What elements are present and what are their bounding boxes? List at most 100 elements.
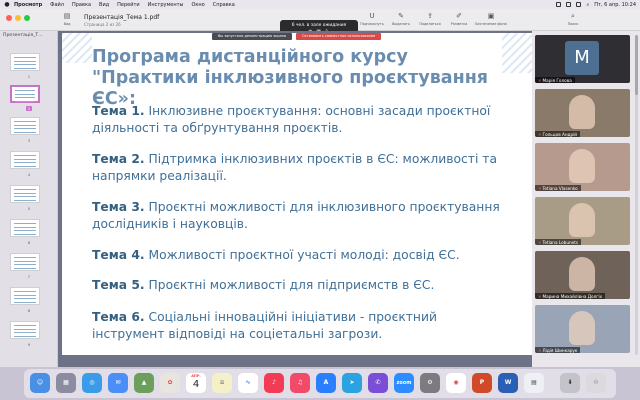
powerpoint-icon[interactable]: P — [472, 373, 492, 393]
menu-tools[interactable]: Инструменты — [148, 2, 184, 8]
slide-title: Програма дистанційного курсу "Практики і… — [92, 47, 489, 109]
app-store-icon[interactable]: A — [316, 373, 336, 393]
search-spotlight-icon[interactable]: ⌕ — [586, 2, 589, 8]
menu-view[interactable]: Вид — [99, 2, 109, 8]
menu-app-preview[interactable]: Просмотр — [14, 2, 42, 8]
document-view[interactable]: Вы запустили демонстрацию экрана Останов… — [58, 31, 532, 367]
close-window-button[interactable] — [6, 15, 12, 21]
page-thumbnail[interactable] — [10, 85, 40, 103]
photos-icon[interactable]: ✿ — [160, 373, 180, 393]
view-label: Вид — [63, 22, 71, 26]
dock: ☺ ▦ ◎ ✉ ▲ ✿ АПР. 4 ≡ ∿ ♪ ♫ A ➤ ✆ zoom ⚙ … — [24, 369, 616, 398]
telegram-icon[interactable]: ➤ — [342, 373, 362, 393]
thumbnail-text-line — [14, 291, 36, 293]
thumbnail-text-line — [14, 196, 36, 198]
music-icon[interactable]: ♪ — [264, 373, 284, 393]
minimize-window-button[interactable] — [15, 15, 21, 21]
menu-window[interactable]: Окно — [191, 2, 204, 8]
page-thumbnail[interactable] — [10, 253, 40, 271]
launchpad-icon[interactable]: ▦ — [56, 373, 76, 393]
thumbnail-text-line — [14, 294, 36, 296]
calendar-icon[interactable]: АПР. 4 — [186, 373, 206, 393]
topic-item: Тема 5. Проєктні можливості для підприєм… — [92, 277, 512, 294]
wifi-icon[interactable] — [566, 2, 572, 7]
participant-tile[interactable]: ✕Гольцов Андрій — [535, 89, 630, 137]
thumbnail-text-line — [14, 60, 36, 62]
thumbnail-text-line — [14, 298, 36, 300]
participant-tile[interactable]: ✕Лідія Шинкарук — [535, 305, 630, 353]
stop-share-button[interactable]: Остановить совместное использование — [296, 33, 382, 40]
mic-muted-icon: ✕ — [538, 77, 542, 83]
markup-icon[interactable]: ✐ — [454, 12, 464, 20]
viber-icon[interactable]: ✆ — [368, 373, 388, 393]
menu-help[interactable]: Справка — [213, 2, 235, 8]
mail-icon[interactable]: ✉ — [108, 373, 128, 393]
battery-icon[interactable] — [576, 2, 582, 7]
podcasts-icon[interactable]: ♫ — [290, 373, 310, 393]
thumbnail-text-line — [14, 158, 36, 160]
thumbnail-text-line — [14, 223, 36, 225]
participant-name-label: Лідія Шинкарук — [542, 347, 578, 353]
thumbnail-text-line — [14, 264, 36, 266]
topic-item: Тема 4. Можливості проєктної участі моло… — [92, 247, 512, 264]
apple-logo-icon[interactable]: ● — [0, 1, 14, 8]
page-thumbnail[interactable] — [10, 219, 40, 237]
system-settings-icon[interactable]: ⚙ — [420, 373, 440, 393]
topic-item: Тема 1. Інклюзивне проєктування: основні… — [92, 103, 512, 137]
search-icon[interactable]: ⌕ — [568, 12, 578, 20]
mic-muted-icon: ✕ — [538, 347, 542, 353]
status-tray-icon[interactable] — [556, 2, 562, 7]
sidebar-toggle-icon[interactable]: ▤ — [62, 12, 72, 20]
highlight-icon[interactable]: ✎ — [396, 12, 406, 20]
topic-text: Можливості проєктної участі молоді: досв… — [148, 248, 460, 262]
preview-icon[interactable]: ▤ — [524, 373, 544, 393]
page-thumbnail[interactable] — [10, 185, 40, 203]
underline-icon[interactable]: U — [367, 12, 377, 20]
underline-label: Подчеркнуть — [360, 22, 384, 26]
page-number-label: 9 — [27, 342, 31, 347]
menu-file[interactable]: Файл — [50, 2, 64, 8]
page-thumbnail[interactable] — [10, 53, 40, 71]
page-number-label: 2 — [26, 106, 32, 111]
highlight-label: Выделить — [392, 22, 410, 26]
zoom-window-button[interactable] — [24, 15, 30, 21]
scrollbar-thumb[interactable] — [635, 35, 638, 95]
menu-edit[interactable]: Правка — [72, 2, 91, 8]
page-number-label: 4 — [27, 172, 31, 177]
freeform-icon[interactable]: ∿ — [238, 373, 258, 393]
topic-label: Тема 3. — [92, 200, 145, 214]
thumbnail-text-line — [14, 131, 36, 133]
topic-text: Інклюзивне проєктування: основні засади … — [92, 104, 491, 135]
chrome-icon[interactable]: ◉ — [446, 373, 466, 393]
participant-video — [569, 149, 595, 183]
zoom-icon[interactable]: zoom — [394, 373, 414, 393]
clock[interactable]: Пт, 6 апр. 10:24 — [594, 2, 636, 8]
participant-tile[interactable]: ✕Tetiana Vlasenko — [535, 143, 630, 191]
word-icon[interactable]: W — [498, 373, 518, 393]
maps-icon[interactable]: ▲ — [134, 373, 154, 393]
slide-page: Вы запустили демонстрацию экрана Останов… — [62, 33, 532, 355]
thumbnail-text-line — [14, 267, 36, 269]
share-icon[interactable]: ⇪ — [425, 12, 435, 20]
participant-tile[interactable]: ✕Марина Михайлівна Долгіх — [535, 251, 630, 299]
page-thumbnail[interactable] — [10, 117, 40, 135]
notes-icon[interactable]: ≡ — [212, 373, 232, 393]
finder-icon[interactable]: ☺ — [30, 373, 50, 393]
page-number: 9 — [0, 342, 58, 347]
page-thumbnail[interactable] — [10, 287, 40, 305]
safari-icon[interactable]: ◎ — [82, 373, 102, 393]
menu-go[interactable]: Перейти — [117, 2, 140, 8]
page-thumbnail[interactable] — [10, 321, 40, 339]
topic-label: Тема 5. — [92, 278, 145, 292]
background-icon[interactable]: ▣ — [486, 12, 496, 20]
thumbnail-text-line — [14, 67, 36, 69]
participant-tile[interactable]: M ✕Марія Голова — [535, 35, 630, 83]
trash-icon[interactable]: ♲ — [586, 373, 606, 393]
page-thumbnail[interactable] — [10, 151, 40, 169]
downloads-icon[interactable]: ⬇ — [560, 373, 580, 393]
participant-name: ✕Марина Михайлівна Долгіх — [535, 293, 606, 299]
participants-scrollbar[interactable] — [635, 35, 638, 355]
thumbnail-text-line — [14, 257, 36, 259]
participant-tile[interactable]: ✕Tetiana Lobunets — [535, 197, 630, 245]
thumbnail-text-line — [14, 233, 36, 235]
